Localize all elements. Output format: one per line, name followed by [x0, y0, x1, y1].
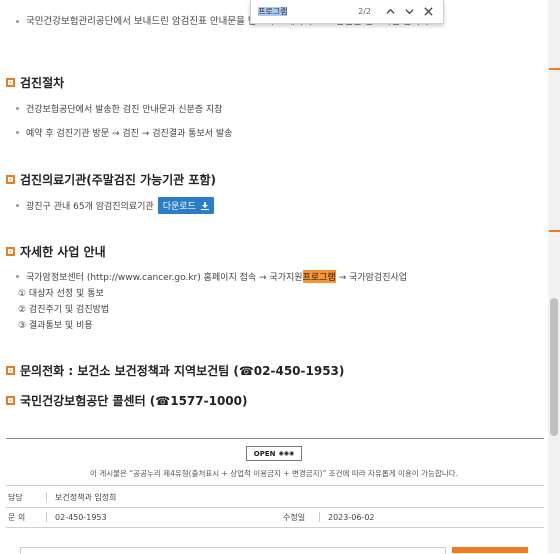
separator	[46, 492, 47, 502]
list-item-text: 건강보험공단에서 발송한 검진 안내문과 신분증 지참	[26, 105, 223, 115]
open-license-badge: OPEN ◉◉◉	[246, 446, 302, 461]
find-input[interactable]: 프로그램	[258, 5, 343, 18]
info-row-phone: 문 의 02-450-1953 수정일 2023-06-02	[6, 507, 544, 527]
phone-value: 02-450-1953	[55, 512, 107, 522]
find-match-marker	[549, 68, 560, 70]
manager-value: 보건정책과 임정희	[55, 492, 117, 502]
search-highlight: 프로그램	[302, 270, 336, 283]
bullet-dot	[16, 20, 19, 23]
list-item: 국가암정보센터 (http://www.cancer.go.kr) 홈페이지 접…	[16, 270, 407, 283]
modified-value: 2023-06-02	[328, 512, 375, 522]
bullet-dot	[16, 204, 19, 207]
section-square-icon	[6, 396, 15, 405]
list-item: 건강보험공단에서 발송한 검진 안내문과 신분증 지참	[16, 102, 222, 115]
download-button[interactable]: 다운로드	[157, 197, 214, 214]
section-details-title: 자세한 사업 안내	[6, 243, 106, 260]
scrollbar-thumb[interactable]	[550, 298, 558, 436]
separator	[46, 512, 47, 522]
section-title-text: 문의전화 : 보건소 보건정책과 지역보건팀 (☎02-450-1953)	[20, 364, 345, 378]
find-prev-button[interactable]	[381, 2, 400, 21]
modified-label: 수정일	[283, 512, 306, 522]
license-badge-text: OPEN	[253, 449, 276, 458]
separator	[319, 512, 320, 522]
find-query: 프로그램	[258, 7, 288, 16]
list-item-text: → 국가암검진사업	[338, 273, 408, 283]
divider	[6, 438, 544, 439]
bullet-dot	[16, 131, 19, 134]
list-item-text: 국가암정보센터 (http://www.cancer.go.kr) 홈페이지 접…	[26, 273, 303, 283]
list-item: 광진구 관내 65개 암검진의료기관 다운로드	[16, 197, 214, 214]
bottom-action-button[interactable]	[452, 547, 528, 553]
step-item: ① 대상자 선정 및 통보	[18, 289, 104, 299]
find-match-marker	[549, 230, 560, 232]
page-content: 국민건강보험관리공단에서 보내드린 암검진표 안내문을 받으시고 에서 무료로 …	[0, 0, 548, 554]
find-bar: 프로그램 2/2	[250, 0, 444, 24]
find-close-button[interactable]	[419, 2, 438, 21]
chevron-up-icon	[386, 8, 395, 14]
list-item: 예약 후 검진기관 방문 → 검진 → 검진결과 통보서 발송	[16, 126, 232, 139]
bullet-dot	[16, 275, 19, 278]
section-title-text: 국민건강보험공단 콜센터 (☎1577-1000)	[20, 394, 248, 408]
list-item-text: 예약 후 검진기관 방문 → 검진 → 검진결과 통보서 발송	[26, 129, 233, 139]
bullet-dot	[16, 107, 19, 110]
license-icons: ◉◉◉	[278, 450, 295, 457]
manager-label: 담당	[8, 492, 23, 502]
section-title-text: 검진의료기관(주말검진 가능기관 포함)	[20, 173, 216, 187]
step-item: ③ 결과통보 및 비용	[18, 321, 93, 331]
section-title-text: 검진절차	[20, 76, 65, 90]
download-label: 다운로드	[162, 202, 196, 212]
section-procedure-title: 검진절차	[6, 74, 64, 91]
close-icon	[424, 7, 433, 16]
section-title-text: 자세한 사업 안내	[20, 245, 106, 259]
phone-label: 문 의	[8, 512, 26, 522]
section-square-icon	[6, 78, 15, 87]
license-note: 이 게시물은 “공공누리 제4유형(출처표시 + 상업적 이용금지 + 변경금지…	[90, 469, 458, 478]
section-institutions-title: 검진의료기관(주말검진 가능기관 포함)	[6, 171, 216, 188]
divider	[6, 485, 544, 486]
scrollbar-track[interactable]	[548, 0, 560, 553]
section-square-icon	[6, 175, 15, 184]
divider	[6, 527, 544, 528]
chevron-down-icon	[405, 9, 414, 15]
section-square-icon	[6, 247, 15, 256]
section-nhis-title: 국민건강보험공단 콜센터 (☎1577-1000)	[6, 392, 248, 409]
download-icon	[200, 202, 209, 210]
section-square-icon	[6, 366, 15, 375]
step-item: ② 검진주기 및 검진방법	[18, 305, 110, 315]
section-inquiry-title: 문의전화 : 보건소 보건정책과 지역보건팀 (☎02-450-1953)	[6, 362, 344, 379]
list-item-text: 광진구 관내 65개 암검진의료기관	[26, 202, 154, 212]
find-count: 2/2	[358, 7, 371, 16]
find-next-button[interactable]	[400, 2, 419, 21]
info-row-manager: 담당 보건정책과 임정희	[6, 487, 544, 507]
